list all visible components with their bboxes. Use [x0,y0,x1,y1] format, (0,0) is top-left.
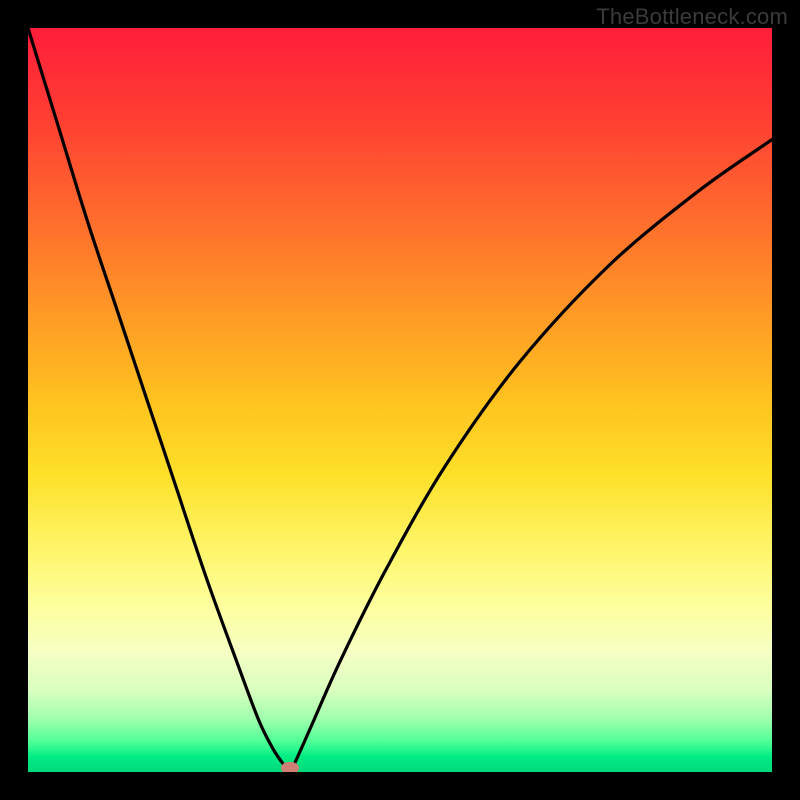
chart-canvas: TheBottleneck.com [0,0,800,800]
watermark-text: TheBottleneck.com [596,4,788,30]
optimal-marker [281,762,299,772]
v-curve-path [28,28,772,772]
curve-svg [28,28,772,772]
plot-area [28,28,772,772]
